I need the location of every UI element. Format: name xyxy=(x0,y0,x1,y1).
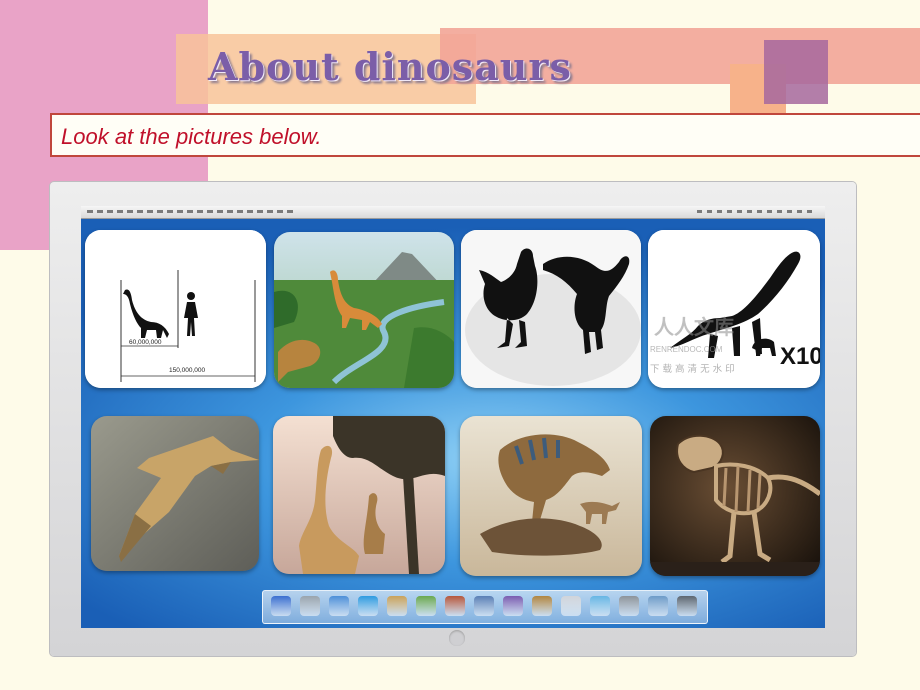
trash-icon[interactable] xyxy=(677,596,697,616)
finder-icon[interactable] xyxy=(271,596,291,616)
skeleton-fossil-image xyxy=(650,416,820,576)
chicken-dinosaur-image xyxy=(461,230,641,388)
safari-icon[interactable] xyxy=(358,596,378,616)
jungle-landscape-image xyxy=(274,232,454,388)
t-rex-feeding-image xyxy=(460,416,642,576)
multiplier-label: X10 xyxy=(780,343,820,370)
purple-accent-square xyxy=(764,40,828,104)
scale-comparison-diagram: 60,000,000 150,000,000 xyxy=(85,230,266,388)
photo-icon[interactable] xyxy=(445,596,465,616)
notes-icon[interactable] xyxy=(387,596,407,616)
tile-chicken-dinosaur[interactable] xyxy=(461,230,641,388)
imovie-icon[interactable] xyxy=(503,596,523,616)
monitor-frame: 60,000,000 150,000,000 X10 人人文库 RENRENDO… xyxy=(50,182,856,656)
tile-size-comparison[interactable]: X10 人人文库 RENRENDOC.COM 下 载 高 清 无 水 印 xyxy=(648,230,820,388)
music-icon[interactable] xyxy=(416,596,436,616)
tile-t-rex-feeding[interactable] xyxy=(460,416,642,576)
instruction-text: Look at the pictures below. xyxy=(61,124,322,149)
large-measure-label: 150,000,000 xyxy=(169,367,206,374)
watermark-brand: 人人文库 xyxy=(654,315,734,339)
watermark-caption: 下 载 高 清 无 水 印 xyxy=(650,363,735,375)
tile-longneck-trees[interactable] xyxy=(273,416,445,574)
clock-icon[interactable] xyxy=(300,596,320,616)
menu-bar xyxy=(81,206,825,219)
tile-skeleton-fossil[interactable] xyxy=(650,416,820,576)
calendar-icon[interactable] xyxy=(561,596,581,616)
application-dock xyxy=(262,590,708,624)
watermark-url: RENRENDOC.COM xyxy=(650,345,723,354)
desktop-screen: 60,000,000 150,000,000 X10 人人文库 RENRENDO… xyxy=(81,206,825,628)
network-icon[interactable] xyxy=(329,596,349,616)
globe-icon[interactable] xyxy=(590,596,610,616)
slide-title: About dinosaurs xyxy=(208,44,572,89)
menu-items xyxy=(87,210,297,213)
human-head xyxy=(187,292,195,300)
instruction-box: Look at the pictures below. xyxy=(50,113,920,157)
movie-icon[interactable] xyxy=(474,596,494,616)
tile-pterosaur[interactable] xyxy=(91,416,259,571)
pterosaur-image xyxy=(91,416,259,571)
size-comparison-image: X10 人人文库 RENRENDOC.COM 下 载 高 清 无 水 印 xyxy=(648,230,820,388)
guitar-icon[interactable] xyxy=(532,596,552,616)
apple-logo-icon xyxy=(449,630,465,646)
small-measure-label: 60,000,000 xyxy=(129,339,162,346)
menu-status-items xyxy=(697,210,817,213)
tile-scale-comparison[interactable]: 60,000,000 150,000,000 xyxy=(85,230,266,388)
preferences-icon[interactable] xyxy=(619,596,639,616)
search-icon[interactable] xyxy=(648,596,668,616)
tile-jungle-landscape[interactable] xyxy=(274,232,454,388)
longneck-trees-image xyxy=(273,416,445,574)
